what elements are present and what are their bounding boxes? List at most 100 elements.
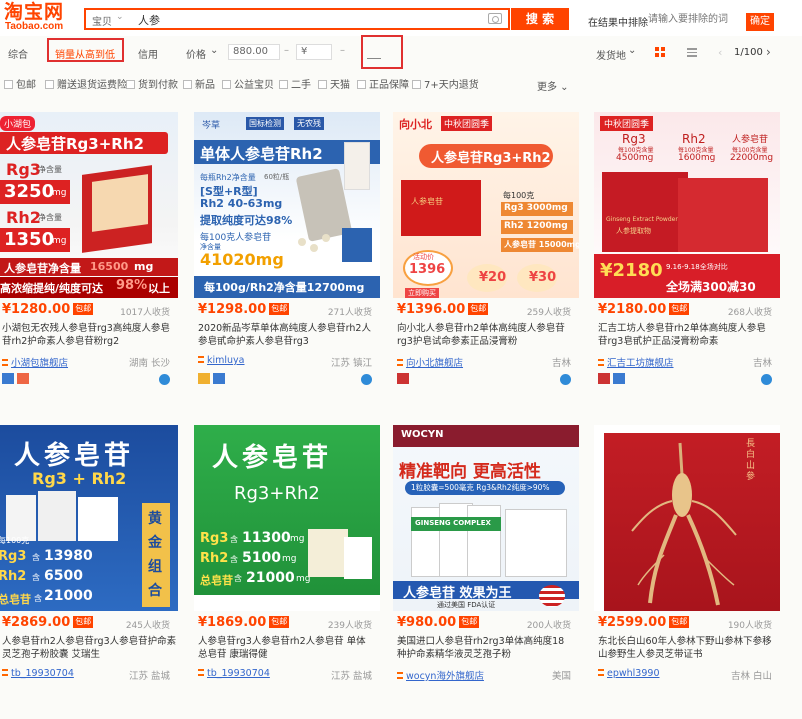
search-input[interactable] xyxy=(138,11,468,28)
free-shipping-badge: 包邮 xyxy=(73,616,94,628)
free-shipping-badge: 包邮 xyxy=(669,303,690,315)
shop-link[interactable]: 向小北旗舰店 xyxy=(397,355,463,369)
free-shipping-badge: 包邮 xyxy=(459,616,480,628)
filter-free-shipping[interactable]: 包邮 xyxy=(4,76,36,91)
product-title[interactable]: 2020新品岑草单体高纯度人参皂苷rh2人参皂甙命护素人参皂苷rg3 xyxy=(198,322,374,350)
product-title[interactable]: 小湖包无农残人参皂苷rg3高纯度人参皂苷rh2护命素人参皂苷粉rg2 xyxy=(2,322,178,350)
shop-icon xyxy=(198,356,204,363)
product-title[interactable]: 汇吉工坊人参皂苷rh2单体高纯度人参皂苷rg3皂甙护正品浸膏粉命素 xyxy=(598,322,774,350)
shop-link[interactable]: tb_19930704 xyxy=(2,668,74,679)
product-price: ¥1298.00 包邮 xyxy=(198,302,290,317)
product-title[interactable]: 东北长白山60年人参林下野山参林下参移山参野生人参灵芝带证书 xyxy=(598,635,774,663)
filter-new[interactable]: 新品 xyxy=(183,76,215,91)
shop-link[interactable]: epwhl3990 xyxy=(598,668,659,679)
shop-link[interactable]: 小湖包旗舰店 xyxy=(2,355,68,369)
checkbox-icon[interactable] xyxy=(412,80,421,89)
product-card[interactable]: 長白山參 ¥2599.00 包邮 190人收货 东北长白山60年人参林下野山参林下… xyxy=(594,425,780,719)
search-button[interactable]: 搜 索 xyxy=(511,8,569,30)
product-image[interactable]: 中秋团圆季 Rg3 每100克含量 4500mg Rh2 每100克含量 160… xyxy=(594,112,780,298)
product-price: ¥980.00 包邮 xyxy=(397,615,480,630)
service-badges xyxy=(198,373,258,385)
search-type-select[interactable]: 宝贝 xyxy=(92,13,112,28)
page-prev-icon[interactable]: ‹ xyxy=(718,46,722,59)
camera-icon[interactable] xyxy=(488,13,502,24)
shop-link[interactable]: 汇吉工坊旗舰店 xyxy=(598,355,674,369)
product-card[interactable]: 中秋团圆季 Rg3 每100克含量 4500mg Rh2 每100克含量 160… xyxy=(594,112,780,412)
product-card[interactable]: 小湖包 人参皂苷Rg3+Rh2 Rg3 净含量 3250 mg Rh2 净含量 … xyxy=(0,112,178,412)
product-card[interactable]: 人参皂苷 Rg3+Rh2 Rg3 含 11300 mg Rh2 含 5100 m… xyxy=(194,425,380,719)
page-next-icon[interactable]: › xyxy=(766,45,771,59)
shop-link[interactable]: tb_19930704 xyxy=(198,668,270,679)
filter-tmall[interactable]: 天猫 xyxy=(318,76,350,91)
wangwang-chat-icon[interactable] xyxy=(159,374,170,385)
free-shipping-badge: 包邮 xyxy=(269,616,290,628)
price-sep: – xyxy=(340,45,345,56)
wangwang-chat-icon[interactable] xyxy=(761,374,772,385)
price-confirm-highlight xyxy=(361,35,403,69)
product-card[interactable]: 向小北 中秋团圆季 人参皂苷Rg3+Rh2 人参皂苷 每100克 Rg3 300… xyxy=(393,112,579,412)
taobao-logo[interactable]: 淘宝网 Taobao.com xyxy=(4,2,78,34)
badge-icon xyxy=(198,373,210,384)
free-shipping-badge: 包邮 xyxy=(468,303,489,315)
exclude-label: 在结果中排除 xyxy=(588,18,648,29)
sort-default[interactable]: 综合 xyxy=(8,46,28,61)
checkbox-icon[interactable] xyxy=(318,80,327,89)
checkbox-icon[interactable] xyxy=(183,80,192,89)
chevron-down-icon[interactable]: ⌄ xyxy=(210,45,218,56)
sales-count: 200人收货 xyxy=(526,621,571,631)
filter-7day-return[interactable]: 7+天内退货 xyxy=(412,76,479,91)
checkbox-icon[interactable] xyxy=(357,80,366,89)
shipping-location-select[interactable]: 发货地 xyxy=(596,47,626,62)
filter-genuine[interactable]: 正品保障 xyxy=(357,76,409,91)
product-image[interactable]: 向小北 中秋团圆季 人参皂苷Rg3+Rh2 人参皂苷 每100克 Rg3 300… xyxy=(393,112,579,298)
location: 吉林 xyxy=(551,358,571,369)
location: 湖南 长沙 xyxy=(128,358,170,369)
price-min-input[interactable]: 880.00 xyxy=(228,44,280,60)
product-image[interactable]: 人参皂苷 Rg3+Rh2 Rg3 含 11300 mg Rh2 含 5100 m… xyxy=(194,425,380,611)
more-filters[interactable]: 更多 ⌄ xyxy=(537,78,569,93)
product-image[interactable]: 人参皂苷 Rg3 + Rh2 每100克 Rg3 含 13980 Rh2 含 6… xyxy=(0,425,178,611)
chevron-down-icon[interactable]: ⌄ xyxy=(116,12,124,22)
checkbox-icon[interactable] xyxy=(126,80,135,89)
product-image[interactable]: 長白山參 xyxy=(594,425,780,611)
wangwang-chat-icon[interactable] xyxy=(361,374,372,385)
list-view-icon[interactable] xyxy=(687,48,697,57)
product-price: ¥1280.00 包邮 xyxy=(2,302,94,317)
location: 江苏 盐城 xyxy=(330,671,372,682)
filter-cod[interactable]: 货到付款 xyxy=(126,76,178,91)
exclude-confirm-button[interactable]: 确定 xyxy=(746,13,774,31)
grid-view-icon[interactable] xyxy=(655,47,665,57)
product-title[interactable]: 美国进口人参皂苷rh2rg3单体高纯度18种护命素精华液灵芝孢子粉 xyxy=(397,635,573,663)
product-title[interactable]: 人参皂苷rh2人参皂苷rg3人参皂苷护命素灵芝孢子粉胶囊 艾瑞生 xyxy=(2,635,178,663)
sales-count: 245人收货 xyxy=(125,621,170,631)
product-image[interactable]: 小湖包 人参皂苷Rg3+Rh2 Rg3 净含量 3250 mg Rh2 净含量 … xyxy=(0,112,178,298)
service-badges xyxy=(397,373,457,385)
location: 吉林 白山 xyxy=(730,671,772,682)
wangwang-chat-icon[interactable] xyxy=(560,374,571,385)
sort-price[interactable]: 价格 xyxy=(186,46,206,61)
product-card[interactable]: WOCYN 精准靶向 更高活性 1粒胶囊=500毫克 Rg3&Rh2纯度>90%… xyxy=(393,425,579,719)
exclude-input[interactable] xyxy=(648,11,740,28)
product-card[interactable]: 人参皂苷 Rg3 + Rh2 每100克 Rg3 含 13980 Rh2 含 6… xyxy=(0,425,178,719)
checkbox-icon[interactable] xyxy=(45,80,54,89)
price-max-input[interactable]: ¥ xyxy=(296,44,332,60)
filter-secondhand[interactable]: 二手 xyxy=(279,76,311,91)
product-image[interactable]: 岑草 国标检测 无农残 单体人参皂苷Rh2 每瓶Rh2净含量 60粒/瓶 [S型… xyxy=(194,112,380,298)
shop-link[interactable]: kimluya xyxy=(198,355,245,366)
product-title[interactable]: 向小北人参皂苷rh2单体高纯度人参皂苷rg3护皂试命参素正品浸膏粉 xyxy=(397,322,573,350)
filter-return-insurance[interactable]: 赠送退货运费险 xyxy=(45,76,127,91)
checkbox-icon[interactable] xyxy=(4,80,13,89)
chevron-down-icon[interactable]: ⌄ xyxy=(628,45,636,56)
checkbox-icon[interactable] xyxy=(279,80,288,89)
shop-icon xyxy=(598,359,604,366)
sort-credit[interactable]: 信用 xyxy=(138,46,158,61)
product-title[interactable]: 人参皂苷rg3人参皂苷rh2人参皂苷 单体总皂苷 康瑞得健 xyxy=(198,635,374,663)
badge-icon xyxy=(17,373,29,384)
checkbox-icon[interactable] xyxy=(222,80,231,89)
filter-charity[interactable]: 公益宝贝 xyxy=(222,76,274,91)
price-dash: – xyxy=(284,45,289,56)
product-card[interactable]: 岑草 国标检测 无农残 单体人参皂苷Rh2 每瓶Rh2净含量 60粒/瓶 [S型… xyxy=(194,112,380,412)
shop-link[interactable]: wocyn海外旗舰店 xyxy=(397,668,484,682)
product-image[interactable]: WOCYN 精准靶向 更高活性 1粒胶囊=500毫克 Rg3&Rh2纯度>90%… xyxy=(393,425,579,611)
free-shipping-badge: 包邮 xyxy=(269,303,290,315)
